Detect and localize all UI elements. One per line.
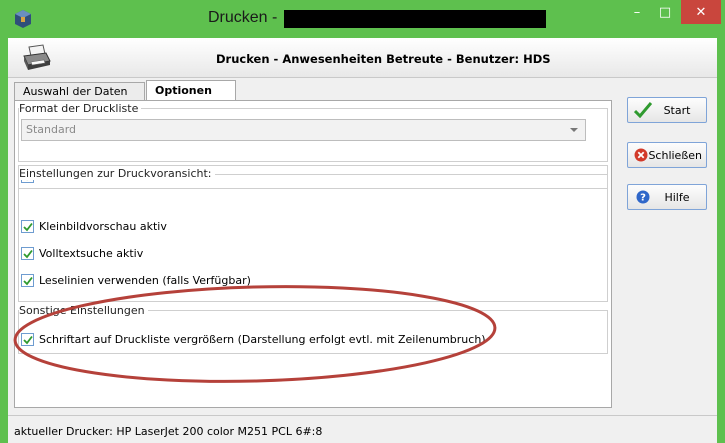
- redacted-title-block: [284, 10, 546, 28]
- other-group-label: Sonstige Einstellungen: [19, 304, 148, 317]
- app-icon: [15, 10, 31, 28]
- tab-auswahl-der-daten[interactable]: Auswahl der Daten: [14, 82, 145, 100]
- checkbox-box[interactable]: [21, 274, 34, 287]
- maximize-button[interactable]: □: [654, 0, 676, 24]
- start-button-label: Start: [663, 103, 691, 117]
- dialog-title: Drucken - Anwesenheiten Betreute - Benut…: [216, 52, 551, 66]
- current-printer-text: aktueller Drucker: HP LaserJet 200 color…: [14, 425, 323, 438]
- hilfe-button-label: Hilfe: [664, 190, 690, 204]
- volltextsuche-label: Volltextsuche aktiv: [39, 247, 144, 260]
- svg-text:?: ?: [640, 193, 646, 204]
- volltextsuche-checkbox[interactable]: Volltextsuche aktiv: [21, 247, 143, 260]
- minimize-button[interactable]: –: [627, 0, 647, 24]
- close-circle-icon: [634, 146, 648, 164]
- hilfe-button[interactable]: ? Hilfe: [627, 184, 707, 210]
- window-frame: Drucken - – □ ✕ Drucken - Anwesenheiten …: [0, 0, 725, 443]
- checkbox-box[interactable]: [21, 220, 34, 233]
- schriftart-label: Schriftart auf Druckliste vergrößern (Da…: [39, 333, 486, 346]
- leselinien-checkbox[interactable]: Leselinien verwenden (falls Verfügbar): [21, 274, 251, 287]
- dialog-client-area: Drucken - Anwesenheiten Betreute - Benut…: [8, 38, 717, 443]
- window-title: Drucken -: [208, 9, 278, 26]
- chevron-down-icon: [570, 128, 578, 132]
- checkmark-icon: [22, 276, 33, 285]
- preview-group-label: Einstellungen zur Druckvoransicht:: [19, 167, 215, 180]
- help-icon: ?: [634, 188, 652, 206]
- schliessen-button-label: Schließen: [648, 148, 702, 162]
- checkmark-icon: [634, 101, 652, 119]
- checkbox-box[interactable]: [21, 333, 34, 346]
- leselinien-label: Leselinien verwenden (falls Verfügbar): [39, 274, 251, 287]
- start-button[interactable]: Start: [627, 97, 707, 123]
- checkmark-icon: [22, 249, 33, 258]
- checkbox-box[interactable]: [21, 247, 34, 260]
- checkmark-icon: [22, 222, 33, 231]
- status-bar: aktueller Drucker: HP LaserJet 200 color…: [8, 415, 717, 443]
- tab-optionen[interactable]: Optionen: [146, 80, 236, 101]
- close-window-button[interactable]: ✕: [681, 0, 721, 24]
- schliessen-button[interactable]: Schließen: [627, 142, 707, 168]
- checkmark-icon: [22, 335, 33, 344]
- kleinbildvorschau-label: Kleinbildvorschau aktiv: [39, 220, 167, 233]
- format-select-value: Standard: [26, 123, 77, 136]
- format-select[interactable]: Standard: [21, 119, 586, 141]
- kleinbildvorschau-checkbox[interactable]: Kleinbildvorschau aktiv: [21, 220, 167, 233]
- dialog-header: Drucken - Anwesenheiten Betreute - Benut…: [8, 38, 717, 78]
- schriftart-checkbox[interactable]: Schriftart auf Druckliste vergrößern (Da…: [21, 333, 486, 346]
- title-bar[interactable]: Drucken - – □ ✕: [0, 0, 725, 38]
- printer-icon: [23, 44, 51, 70]
- format-group-label: Format der Druckliste: [19, 102, 142, 115]
